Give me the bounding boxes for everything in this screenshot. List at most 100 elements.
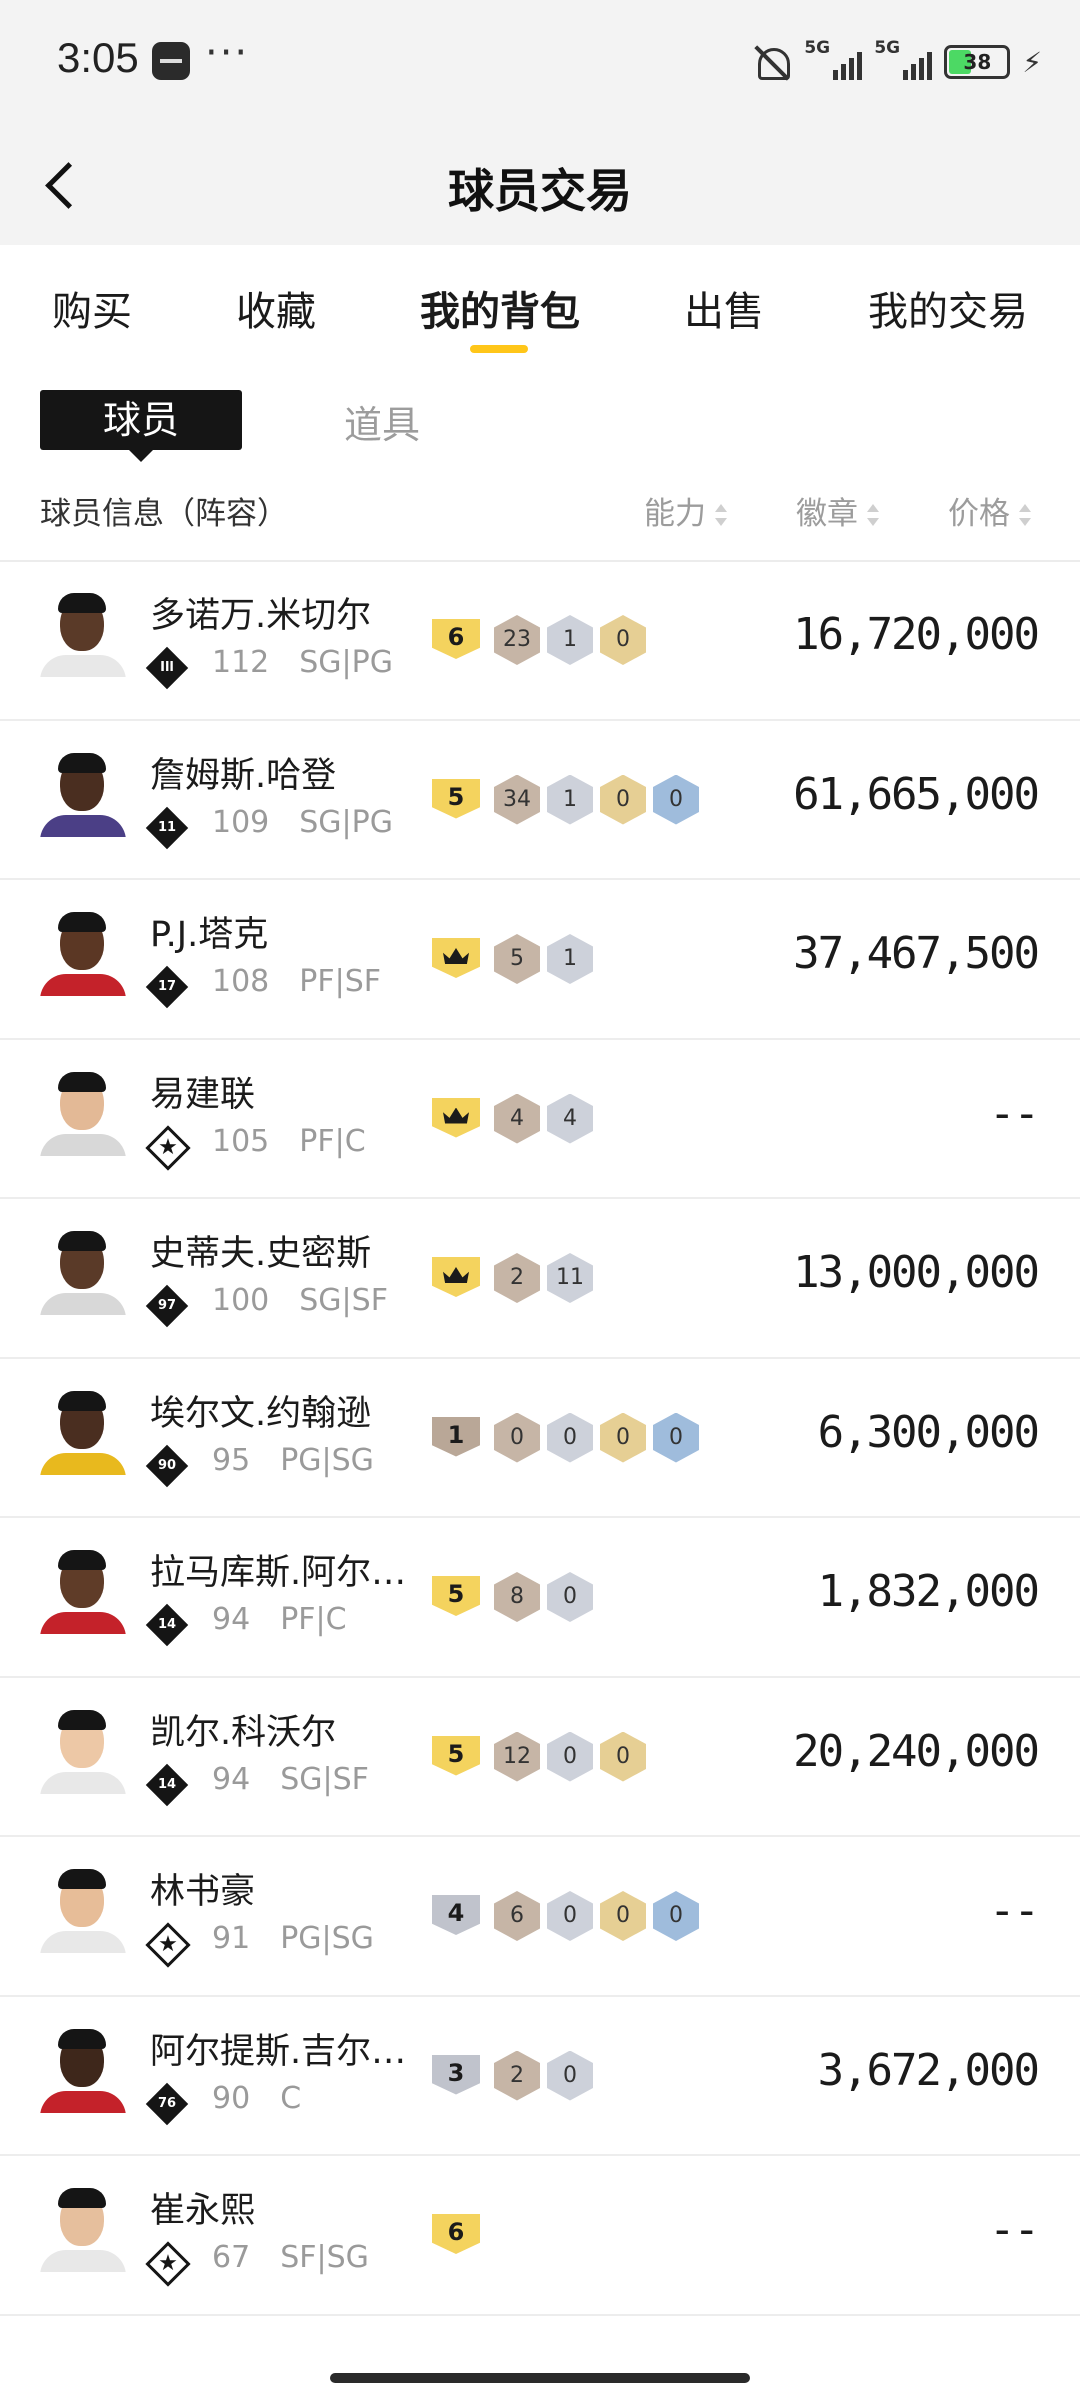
player-rating: 105	[212, 1123, 270, 1159]
ability-tier-badge: 5	[432, 1735, 480, 1776]
tier-level: 6	[447, 2218, 465, 2246]
column-header: 球员信息（阵容） 能力 徽章 价格	[0, 470, 1080, 562]
battery-level: 38	[963, 50, 992, 74]
rank-label: 90	[157, 1457, 177, 1473]
tab-favorites[interactable]: 收藏	[236, 279, 316, 337]
badge-count-hex: 0	[600, 1891, 646, 1941]
player-name: 凯尔.科沃尔	[150, 1712, 337, 1753]
nav-header: 球员交易	[0, 125, 1080, 245]
player-row[interactable]: 詹姆斯.哈登 11 109 SG|PG 5 34 1 0 0 61,665,000	[0, 721, 1080, 880]
badge-count-hex: 0	[547, 1731, 593, 1782]
player-price: --	[989, 1885, 1040, 1936]
player-avatar	[40, 910, 126, 996]
player-row[interactable]: 林书豪 ★ 91 PG|SG 4 6 0 0 0 --	[0, 1837, 1080, 1997]
player-name: 多诺万.米切尔	[150, 596, 372, 636]
player-row[interactable]: 凯尔.科沃尔 14 94 SG|SF 5 12 0 0 20,240,000	[0, 1678, 1080, 1837]
badge-count-hex: 1	[547, 934, 593, 984]
rank-label: 14	[157, 1617, 177, 1632]
star-rank-icon: ★	[145, 1922, 191, 1968]
active-tab-indicator	[470, 345, 528, 353]
player-row[interactable]: 崔永熙 ★ 67 SF|SG 6 --	[0, 2156, 1080, 2316]
rank-number-icon: Ill	[145, 646, 189, 690]
player-rating: 108	[212, 964, 270, 999]
player-price: 3,672,000	[817, 2044, 1040, 2096]
player-row[interactable]: 埃尔文.约翰逊 90 95 PG|SG 1 0 0 0 0 6,300,000	[0, 1359, 1080, 1518]
sort-badge-button[interactable]: 徽章	[796, 488, 880, 533]
badge-count-hex: 23	[494, 615, 540, 665]
rank-label: 17	[157, 979, 177, 994]
crown-icon	[443, 1107, 469, 1124]
player-meta: 90 C	[212, 2081, 301, 2116]
player-price: 61,665,000	[793, 768, 1040, 820]
status-icons: 5G 5G 38 ⚡	[752, 38, 1042, 84]
player-rating: 95	[212, 1442, 251, 1478]
rank-label: ★	[158, 1932, 178, 1957]
player-meta: 109 SG|PG	[212, 805, 393, 840]
rank-label: Ill	[160, 660, 174, 675]
player-position: PF|C	[299, 1123, 366, 1159]
ability-tier-badge: 6	[432, 619, 480, 659]
player-rating: 67	[212, 2240, 251, 2275]
player-avatar	[40, 1229, 126, 1315]
player-position: PF|SF	[299, 964, 382, 999]
player-position: SG|SF	[280, 1761, 369, 1797]
ability-tier-badge	[432, 938, 480, 978]
sort-ability-button[interactable]: 能力	[644, 488, 728, 533]
player-rating: 100	[212, 1283, 270, 1318]
tab-sell[interactable]: 出售	[684, 279, 764, 337]
subtab-items[interactable]: 道具	[344, 394, 420, 449]
sort-icon	[1018, 503, 1032, 528]
rank-label: ★	[158, 1134, 178, 1160]
ability-tier-badge: 5	[432, 1576, 480, 1616]
player-name: 拉马库斯.阿尔…	[150, 1553, 407, 1593]
player-name: 史蒂夫.史密斯	[150, 1234, 372, 1274]
player-position: SG|PG	[299, 645, 394, 680]
sort-icon	[714, 503, 728, 528]
player-rating: 91	[212, 1921, 251, 1956]
player-meta: 95 PG|SG	[212, 1443, 374, 1478]
signal-icon: 5G	[804, 38, 863, 82]
tier-level: 6	[447, 623, 465, 651]
crown-icon	[443, 948, 469, 964]
main-tabs: 购买 收藏 我的背包 出售 我的交易	[0, 245, 1080, 365]
sort-icon	[866, 503, 880, 528]
player-avatar	[40, 1548, 126, 1634]
player-row[interactable]: P.J.塔克 17 108 PF|SF 5 1 37,467,500	[0, 880, 1080, 1040]
tab-my-backpack[interactable]: 我的背包	[420, 279, 580, 337]
ability-tier-badge: 5	[432, 778, 480, 819]
player-list: 多诺万.米切尔 Ill 112 SG|PG 6 23 1 0 16,720,000 詹姆斯.哈登 1…	[0, 561, 1080, 2316]
badge-count-hex: 12	[494, 1731, 540, 1782]
rank-number-icon: 76	[145, 2082, 189, 2125]
player-price: --	[989, 2204, 1040, 2255]
player-avatar	[40, 2027, 126, 2113]
player-avatar	[40, 591, 126, 677]
star-rank-icon: ★	[145, 2241, 191, 2287]
player-row[interactable]: 史蒂夫.史密斯 97 100 SG|SF 2 11 13,000,000	[0, 1199, 1080, 1359]
rank-number-icon: 17	[145, 965, 189, 1009]
player-name: 崔永熙	[150, 2191, 256, 2231]
tier-level: 5	[447, 1739, 465, 1768]
player-row[interactable]: 拉马库斯.阿尔… 14 94 PF|C 5 8 0 1,832,000	[0, 1518, 1080, 1678]
player-price: 20,240,000	[793, 1725, 1040, 1777]
rank-number-icon: 11	[145, 806, 189, 849]
home-indicator[interactable]	[330, 2373, 750, 2383]
player-row[interactable]: 阿尔提斯.吉尔… 76 90 C 3 2 0 3,672,000	[0, 1997, 1080, 2156]
rank-number-icon: 14	[145, 1603, 189, 1647]
ability-tier-badge	[432, 1097, 480, 1138]
player-position: PG|SG	[280, 1442, 374, 1478]
badge-count-hex: 0	[600, 1731, 646, 1782]
player-price: --	[989, 1087, 1040, 1139]
player-row[interactable]: 多诺万.米切尔 Ill 112 SG|PG 6 23 1 0 16,720,000	[0, 561, 1080, 721]
subtab-players[interactable]: 球员	[40, 390, 242, 462]
rank-label: 14	[157, 1776, 177, 1792]
player-meta: 108 PF|SF	[212, 964, 381, 999]
badge-count-hex: 11	[547, 1253, 593, 1303]
player-row[interactable]: 易建联 ★ 105 PF|C 4 4 --	[0, 1040, 1080, 1199]
badge-count-hex: 4	[547, 1093, 593, 1144]
battery-icon: 38	[944, 45, 1011, 79]
tab-my-trades[interactable]: 我的交易	[868, 279, 1028, 337]
sort-price-button[interactable]: 价格	[948, 488, 1032, 533]
crown-icon	[443, 1267, 469, 1283]
tab-buy[interactable]: 购买	[52, 279, 132, 337]
player-avatar	[40, 1070, 126, 1156]
